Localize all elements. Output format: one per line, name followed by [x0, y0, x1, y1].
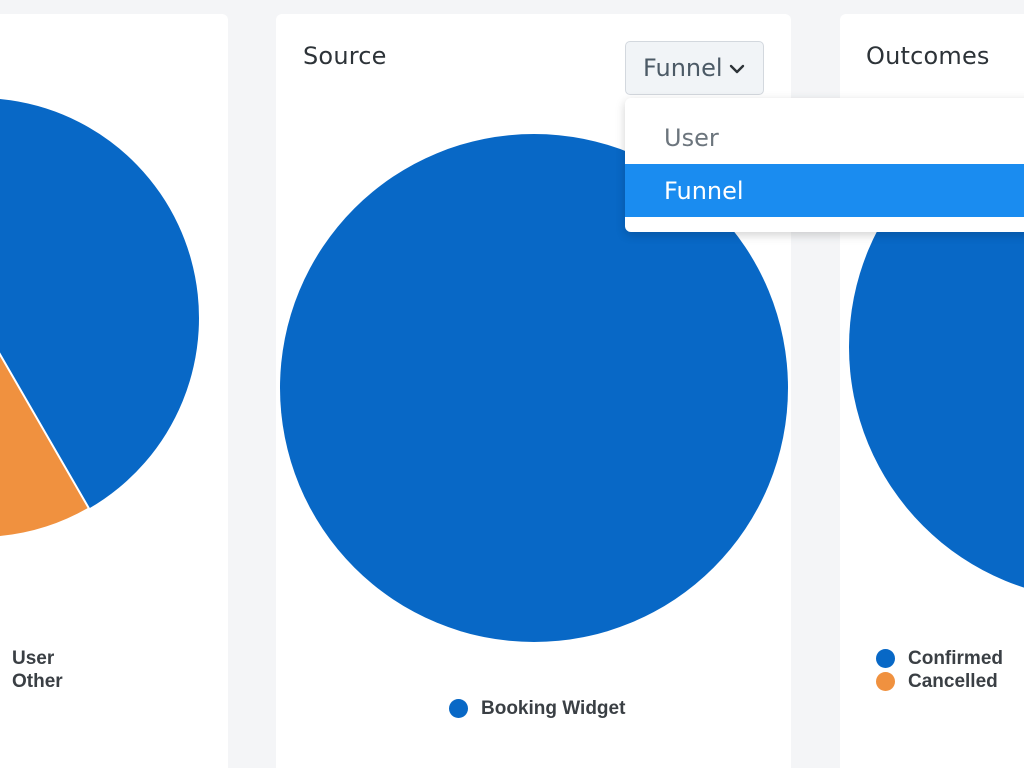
legend-item-confirmed[interactable]: Confirmed: [876, 647, 1003, 670]
legend-item-booking-widget[interactable]: Booking Widget: [449, 697, 625, 720]
dropdown-option-funnel[interactable]: Funnel: [625, 164, 1024, 217]
legend-item-other[interactable]: Other: [0, 670, 63, 693]
legend-item-cancelled[interactable]: Cancelled: [876, 670, 1003, 693]
status-chart-card: User Other: [0, 14, 228, 768]
legend-dot-cancelled: [876, 672, 895, 691]
outcomes-legend: Confirmed Cancelled: [876, 647, 1003, 693]
left-pie-chart: [0, 99, 199, 538]
legend-label-booking-widget: Booking Widget: [481, 697, 626, 719]
legend-label-user: User: [12, 647, 55, 669]
legend-label-cancelled: Cancelled: [908, 670, 998, 692]
source-title: Source: [303, 42, 387, 70]
chevron-down-icon: [729, 64, 745, 74]
dropdown-option-user[interactable]: User: [625, 111, 1024, 164]
legend-label-confirmed: Confirmed: [908, 647, 1003, 669]
left-legend: User Other: [0, 647, 63, 693]
legend-item-user[interactable]: User: [0, 647, 63, 670]
source-select[interactable]: Funnel: [625, 41, 764, 95]
outcomes-title: Outcomes: [866, 42, 990, 70]
legend-label-other: Other: [12, 670, 63, 692]
source-legend: Booking Widget: [449, 697, 625, 720]
source-select-value: Funnel: [643, 54, 723, 82]
legend-dot-booking-widget: [449, 699, 468, 718]
source-select-menu: User Funnel: [625, 98, 1024, 232]
legend-dot-confirmed: [876, 649, 895, 668]
